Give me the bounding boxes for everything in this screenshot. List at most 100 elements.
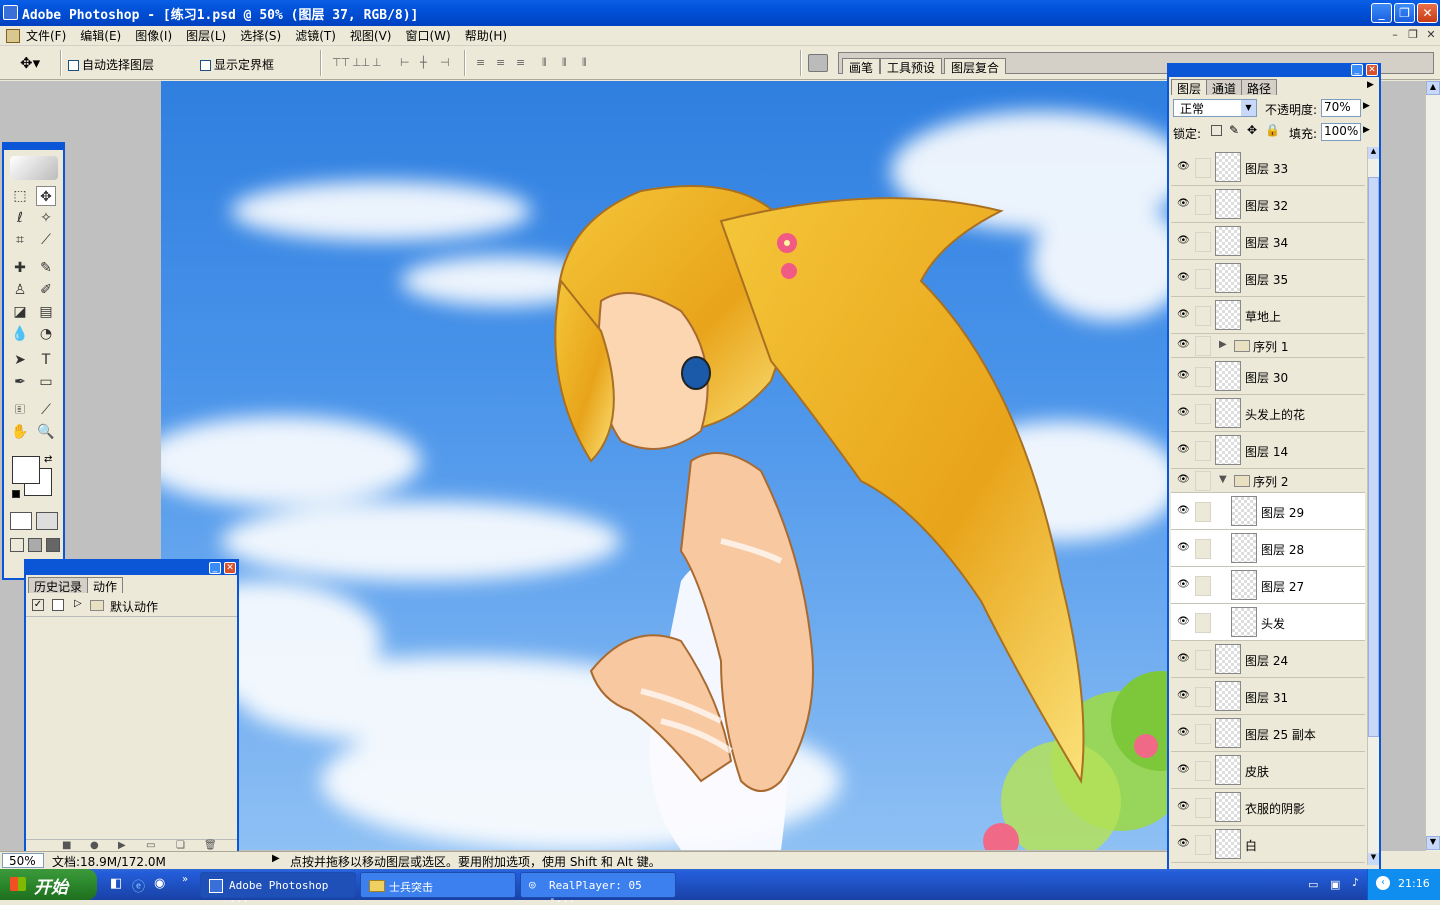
lock-position-icon[interactable]: ✥	[1247, 123, 1257, 137]
restore-button[interactable]: ❐	[1394, 3, 1415, 23]
fill-slider-icon[interactable]: ▶	[1363, 125, 1370, 135]
layer-link-toggle[interactable]	[1195, 305, 1211, 326]
scroll-down-icon[interactable]: ▼	[1368, 853, 1379, 865]
tray-expand-icon[interactable]: ‹	[1376, 876, 1390, 890]
visibility-eye-icon[interactable]: 👁	[1177, 579, 1190, 590]
align-left-icon[interactable]: ⊢	[400, 56, 416, 70]
status-arrow-icon[interactable]: ▶	[272, 853, 280, 864]
visibility-eye-icon[interactable]: 👁	[1177, 727, 1190, 738]
clone-stamp-tool-icon[interactable]: ♙	[10, 280, 30, 300]
auto-select-option[interactable]: 自动选择图层	[68, 56, 154, 73]
tray-network-icon[interactable]: ▣	[1330, 878, 1340, 891]
layer-row[interactable]: 👁 图层 27	[1171, 567, 1365, 604]
screen-mode-full-menu-icon[interactable]	[28, 538, 42, 552]
slice-tool-icon[interactable]: ⟋	[36, 230, 56, 250]
play-icon[interactable]: ▶	[118, 840, 126, 851]
rectangle-tool-icon[interactable]: ▭	[36, 372, 56, 392]
layer-row[interactable]: 👁 图层 28	[1171, 530, 1365, 567]
panel-close-icon[interactable]: ✕	[224, 562, 236, 574]
menu-select[interactable]: 选择(S)	[240, 27, 281, 44]
minimize-button[interactable]: _	[1371, 3, 1392, 23]
zoom-field[interactable]: 50%	[2, 853, 44, 868]
tab-history[interactable]: 历史记录	[28, 577, 89, 594]
photoshop-app-icon[interactable]	[3, 5, 18, 20]
layer-row[interactable]: 👁 衣服的阴影	[1171, 789, 1365, 826]
quick-mask-icon[interactable]	[36, 512, 58, 530]
layer-row[interactable]: 👁 皮肤	[1171, 752, 1365, 789]
stop-icon[interactable]: ■	[62, 840, 71, 851]
menu-view[interactable]: 视图(V)	[350, 27, 392, 44]
document-size[interactable]: 文档:18.9M/172.0M	[52, 853, 166, 870]
show-desktop-icon[interactable]: ◧	[110, 876, 122, 891]
layer-link-toggle[interactable]	[1195, 440, 1211, 461]
layer-row[interactable]: 👁 头发上的花	[1171, 395, 1365, 432]
layer-row[interactable]: 👁 草地上	[1171, 297, 1365, 334]
layer-row[interactable]: 👁 头发	[1171, 604, 1365, 641]
history-brush-tool-icon[interactable]: ✐	[36, 280, 56, 300]
tab-tool-presets[interactable]: 工具预设	[880, 58, 943, 75]
lock-image-icon[interactable]: ✎	[1229, 123, 1239, 137]
record-icon[interactable]: ●	[90, 840, 99, 851]
layer-row[interactable]: 👁 图层 35	[1171, 260, 1365, 297]
tray-keyboard-icon[interactable]: ▭	[1308, 878, 1318, 891]
visibility-eye-icon[interactable]: 👁	[1177, 407, 1190, 418]
clock[interactable]: 21:16	[1398, 877, 1430, 890]
toggle-check-icon[interactable]: ✓	[32, 599, 44, 611]
internet-explorer-icon[interactable]: ⓔ	[132, 876, 145, 895]
align-hcenter-icon[interactable]: ┼	[420, 56, 436, 70]
new-set-icon[interactable]: ▭	[146, 840, 155, 851]
crop-tool-icon[interactable]: ⌗	[10, 230, 30, 250]
layer-row[interactable]: 👁 图层 14	[1171, 432, 1365, 469]
distribute-hcenter-icon[interactable]: ⫴	[562, 56, 578, 70]
close-button[interactable]: ✕	[1417, 3, 1438, 23]
move-tool-preset-icon[interactable]: ✥▾	[20, 54, 40, 72]
scroll-down-icon[interactable]: ▼	[1426, 836, 1440, 850]
panel-minimize-icon[interactable]: _	[209, 562, 221, 574]
layer-link-toggle[interactable]	[1195, 834, 1211, 855]
menu-layer[interactable]: 图层(L)	[186, 27, 226, 44]
layer-link-toggle[interactable]	[1195, 501, 1211, 522]
menu-edit[interactable]: 编辑(E)	[80, 27, 121, 44]
layer-row[interactable]: 👁 图层 29	[1171, 493, 1365, 530]
distribute-left-icon[interactable]: ⫴	[542, 56, 558, 70]
blur-tool-icon[interactable]: 💧	[10, 324, 30, 344]
new-action-icon[interactable]: ❏	[176, 840, 185, 851]
layer-row[interactable]: 👁 图层 30	[1171, 358, 1365, 395]
layer-link-toggle[interactable]	[1195, 797, 1211, 818]
gradient-tool-icon[interactable]: ▤	[36, 302, 56, 322]
taskbar-realplayer[interactable]: ◎ RealPlayer: 05 -...	[520, 872, 676, 905]
action-set-row[interactable]: ✓ ▷ 默认动作	[26, 595, 237, 617]
file-browser-icon[interactable]	[808, 54, 828, 72]
align-vcenter-icon[interactable]: ⊥⊥	[352, 56, 370, 70]
document-icon[interactable]	[6, 28, 20, 43]
magic-wand-tool-icon[interactable]: ✧	[36, 208, 56, 228]
feather-logo-icon[interactable]	[10, 156, 58, 180]
blend-mode-select[interactable]: 正常 ▼	[1173, 99, 1257, 117]
layer-link-toggle[interactable]	[1195, 366, 1211, 387]
tray-volume-icon[interactable]: ♪	[1352, 876, 1359, 889]
layer-link-toggle[interactable]	[1195, 268, 1211, 289]
path-selection-tool-icon[interactable]: ➤	[10, 350, 30, 370]
tab-paths[interactable]: 路径	[1241, 79, 1278, 96]
visibility-eye-icon[interactable]: 👁	[1177, 542, 1190, 553]
tab-layers[interactable]: 图层	[1171, 79, 1208, 96]
brush-tool-icon[interactable]: ✎	[36, 258, 56, 278]
doc-restore-icon[interactable]: ❐	[1404, 28, 1422, 41]
panel-close-icon[interactable]: ✕	[1366, 64, 1378, 76]
opacity-input[interactable]: 70%	[1321, 99, 1361, 117]
notes-tool-icon[interactable]: 🗉	[10, 400, 30, 420]
visibility-eye-icon[interactable]: 👁	[1177, 340, 1190, 350]
taskbar-photoshop[interactable]: Adobe Photoshop ...	[200, 872, 356, 905]
eyedropper-tool-icon[interactable]: ⟋	[36, 400, 56, 420]
dodge-tool-icon[interactable]: ◔	[36, 324, 56, 344]
healing-brush-tool-icon[interactable]: ✚	[10, 258, 30, 278]
swap-colors-icon[interactable]: ⇄	[44, 454, 52, 465]
visibility-eye-icon[interactable]: 👁	[1177, 198, 1190, 209]
tab-actions[interactable]: 动作	[87, 577, 124, 594]
doc-close-icon[interactable]: ✕	[1422, 28, 1440, 41]
show-bounds-option[interactable]: 显示定界框	[200, 56, 274, 73]
foreground-color-swatch[interactable]	[12, 456, 40, 484]
panel-menu-icon[interactable]: ▶	[1367, 80, 1374, 90]
zoom-tool-icon[interactable]: 🔍	[36, 422, 56, 442]
screen-mode-full-icon[interactable]	[46, 538, 60, 552]
